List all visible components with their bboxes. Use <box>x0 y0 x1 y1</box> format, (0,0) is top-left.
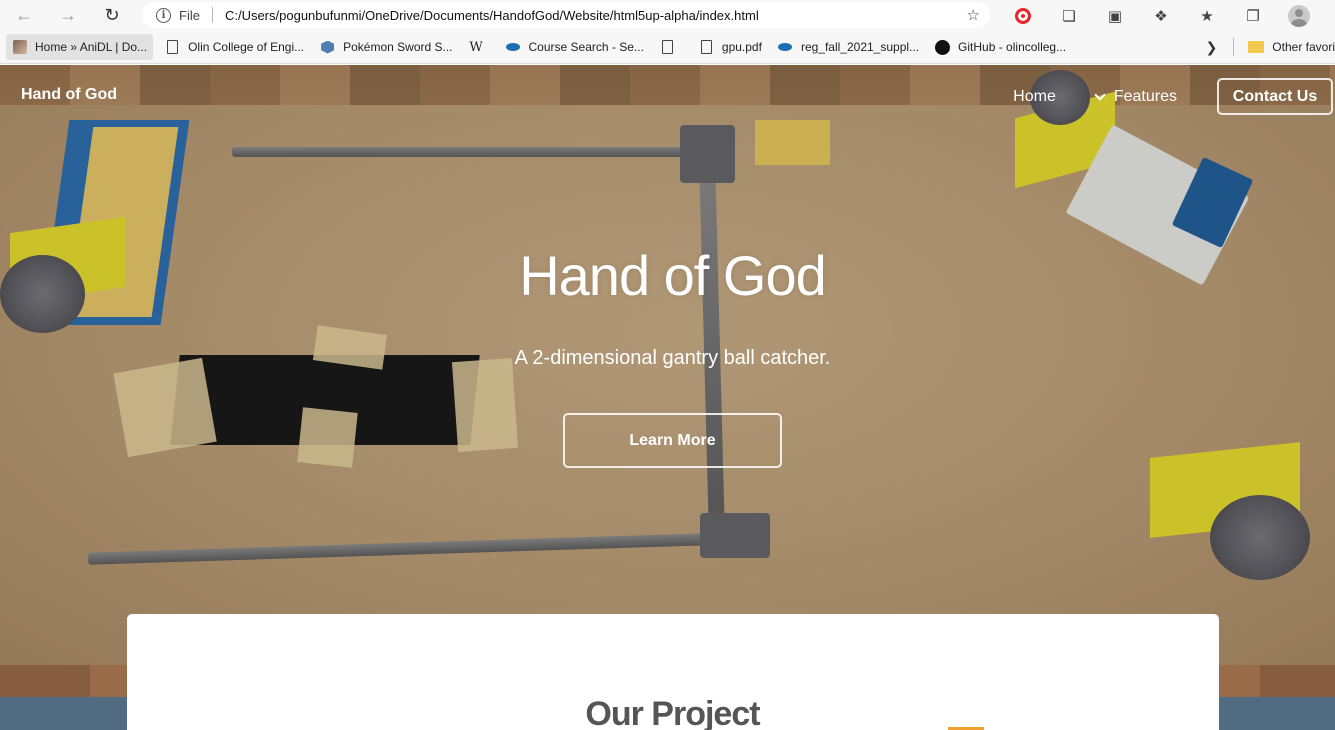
chevron-down-icon <box>1094 88 1106 101</box>
bookmark-gpu-pdf[interactable]: gpu.pdf <box>693 34 768 60</box>
bookmark-label: Course Search - Se... <box>528 40 644 54</box>
favorites-icon[interactable]: ★ <box>1184 2 1230 30</box>
wikipedia-icon: W <box>469 39 483 55</box>
folder-icon <box>1248 41 1265 53</box>
bookmark-label: Pokémon Sword S... <box>343 40 453 54</box>
forward-button[interactable]: → <box>52 2 84 30</box>
bookmark-label: Home » AniDL | Do... <box>35 40 148 54</box>
page-icon <box>699 40 714 55</box>
opera-extension-icon[interactable] <box>1000 2 1046 30</box>
address-separator <box>211 7 213 23</box>
hero-title: Hand of God <box>519 244 827 307</box>
scheme-label: File <box>179 7 200 23</box>
nav-features[interactable]: Features <box>1094 87 1177 106</box>
site-nav: Home Features Contact Us <box>1013 78 1335 115</box>
hex-icon <box>320 40 335 55</box>
bookmark-reg-fall[interactable]: reg_fall_2021_suppl... <box>772 34 925 60</box>
site-logo[interactable]: Hand of God <box>21 86 117 104</box>
url-text[interactable]: C:/Users/pogunbufunmi/OneDrive/Documents… <box>225 8 759 23</box>
bookmark-label: Olin College of Engi... <box>188 40 305 54</box>
screen-capture-icon[interactable]: ▣ <box>1092 2 1138 30</box>
section-title: Our Project <box>585 695 760 730</box>
anime-icon <box>12 40 27 55</box>
browser-toolbar: ← → ↻ i File C:/Users/pogunbufunmi/OneDr… <box>0 0 1335 31</box>
page-icon <box>165 40 180 55</box>
toolbar-icons: ❏ ▣ ❖ ★ ❐ <box>1000 0 1322 31</box>
bookmark-course-search[interactable]: Course Search - Se... <box>500 34 650 60</box>
reload-button[interactable]: ↻ <box>96 2 128 30</box>
other-favorites[interactable]: Other favori <box>1242 34 1335 60</box>
site-header: Hand of God Home Features Contact Us <box>0 65 1335 127</box>
eye-icon <box>778 40 793 55</box>
nav-home[interactable]: Home <box>1013 88 1056 106</box>
extensions-icon[interactable]: ❖ <box>1138 2 1184 30</box>
nav-features-label: Features <box>1113 87 1177 105</box>
add-favorite-icon[interactable]: ☆ <box>967 6 980 24</box>
contact-us-button[interactable]: Contact Us <box>1217 78 1333 115</box>
bookmark-label: gpu.pdf <box>721 40 762 54</box>
bookmark-olin[interactable]: Olin College of Engi... <box>159 34 310 60</box>
bookmarks-divider <box>1233 38 1235 56</box>
more-bookmarks-icon[interactable]: ❯ <box>1206 39 1218 56</box>
bookmark-blank-page[interactable] <box>654 34 689 60</box>
hero-subtitle: A 2-dimensional gantry ball catcher. <box>514 347 831 369</box>
collections-icon[interactable]: ❐ <box>1230 2 1276 30</box>
page-viewport: Hand of God Home Features Contact Us Han… <box>0 65 1335 730</box>
back-button[interactable]: ← <box>8 2 40 30</box>
bookmark-label: reg_fall_2021_suppl... <box>800 40 920 54</box>
bookmark-label: GitHub - olincolleg... <box>958 40 1067 54</box>
eye-icon <box>506 40 521 55</box>
profile-icon[interactable] <box>1276 2 1322 30</box>
learn-more-button[interactable]: Learn More <box>563 413 782 468</box>
address-bar[interactable]: i File C:/Users/pogunbufunmi/OneDrive/Do… <box>142 2 990 28</box>
other-favorites-label: Other favori <box>1272 40 1335 54</box>
bookmark-wikipedia[interactable]: W <box>463 34 498 60</box>
bookmarks-bar: Home » AniDL | Do... Olin College of Eng… <box>0 31 1335 64</box>
info-icon[interactable]: i <box>156 7 171 23</box>
github-icon <box>935 39 951 55</box>
bookmark-github[interactable]: GitHub - olincolleg... <box>929 34 1072 60</box>
page-icon <box>660 40 675 55</box>
collections-extension-icon[interactable]: ❏ <box>1046 2 1092 30</box>
bookmark-pokemon[interactable]: Pokémon Sword S... <box>314 34 458 60</box>
bookmark-anidl[interactable]: Home » AniDL | Do... <box>6 34 154 60</box>
